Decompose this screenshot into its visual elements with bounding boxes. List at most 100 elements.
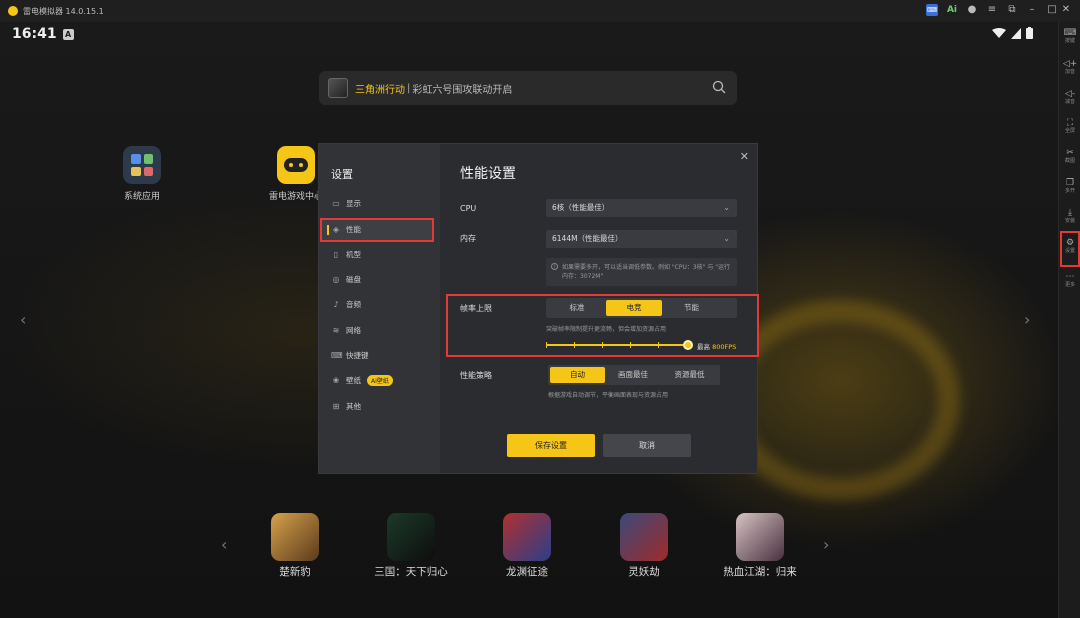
app-label: 热血江湖：归来 xyxy=(723,566,797,578)
menu-icon[interactable]: ≡ xyxy=(986,4,998,16)
sidebar-label: 加音 xyxy=(1064,69,1075,75)
ai-icon[interactable]: Ai xyxy=(946,4,958,16)
memory-label: 内存 xyxy=(460,234,476,243)
disk-icon: ◎ xyxy=(332,274,340,284)
search-highlight: 三角洲行动 xyxy=(355,84,405,96)
strategy-option-lowest-resource[interactable]: 资源最低 xyxy=(661,367,718,383)
app-system[interactable]: 系统应用 xyxy=(112,146,172,202)
minimize-icon[interactable]: – xyxy=(1026,4,1038,16)
sidebar-item-multi-instance[interactable]: ❐ 多开 xyxy=(1059,178,1080,195)
fps-option-power-saving[interactable]: 节能 xyxy=(662,300,721,316)
search-bar[interactable]: 三角洲行动 | 彩虹六号围攻联动开启 xyxy=(319,71,737,105)
keyboard-icon[interactable]: ⌨ xyxy=(926,4,938,16)
menu-item-wallpaper[interactable]: ❀ 壁纸 AI壁纸 xyxy=(331,373,393,387)
user-icon[interactable]: ● xyxy=(966,4,978,16)
scissors-icon: ✂ xyxy=(1066,148,1074,158)
dock-chevron-right-icon[interactable]: › xyxy=(823,535,829,554)
menu-item-shortcuts[interactable]: ⌨ 快捷键 xyxy=(331,348,369,362)
fps-slider-track[interactable] xyxy=(546,342,687,348)
status-clock: 16:41 xyxy=(12,26,57,42)
cpu-select[interactable]: 6核（性能最佳） ⌄ xyxy=(546,199,737,217)
app-game-center[interactable]: 雷电游戏中心 xyxy=(266,146,326,202)
menu-item-display[interactable]: ▭ 显示 xyxy=(331,196,361,210)
phone-icon: ▯ xyxy=(333,249,339,259)
menu-label: 机型 xyxy=(346,249,361,259)
wifi-icon xyxy=(992,27,1006,38)
android-status-bar: 16:41 A xyxy=(12,26,74,42)
app-icon xyxy=(387,513,435,561)
fps-option-standard[interactable]: 标准 xyxy=(548,300,606,316)
close-icon[interactable]: ✕ xyxy=(1060,4,1072,16)
cpu-value: 6核（性能最佳） xyxy=(552,203,610,212)
sidebar-label: 安装 xyxy=(1064,218,1075,224)
chevron-left-icon[interactable]: ‹ xyxy=(20,310,26,329)
slider-fps-value: 800FPS xyxy=(712,343,737,351)
dock-app-4[interactable]: 灵妖劫 xyxy=(604,513,684,579)
sidebar-label: 更多 xyxy=(1064,282,1075,288)
menu-item-performance[interactable]: ◈ 性能 xyxy=(331,222,361,236)
search-icon[interactable] xyxy=(712,80,726,94)
menu-item-disk[interactable]: ◎ 磁盘 xyxy=(331,272,362,286)
performance-icon: ◈ xyxy=(332,224,340,234)
menu-label: 磁盘 xyxy=(346,274,361,284)
memory-value: 6144M（性能最佳） xyxy=(552,234,623,243)
sidebar-item-keyboard[interactable]: ⌨ 按键 xyxy=(1059,28,1080,45)
fps-mode-selector: 标准 电竞 节能 xyxy=(546,298,737,318)
dialog-title: 设置 xyxy=(331,168,353,181)
window-title: 雷电模拟器 14.0.15.1 xyxy=(23,6,104,16)
emulator-sidebar: ⌨ 按键 ◁+ 加音 ◁- 减音 ⛶ 全屏 ✂ 截图 ❐ 多开 ⤓ 安装 ⚙ 设… xyxy=(1058,22,1080,618)
save-button[interactable]: 保存设置 xyxy=(507,434,595,457)
sidebar-label: 减音 xyxy=(1064,99,1075,105)
tip-text: 如果需要多开，可以适当调低参数。例如 "CPU：3核" 与 "运行内存：3072… xyxy=(562,264,731,280)
dock-app-3[interactable]: 龙渊征途 xyxy=(487,513,567,579)
wallpaper-icon: ❀ xyxy=(332,375,340,385)
close-icon[interactable]: ✕ xyxy=(740,150,749,163)
strategy-option-best-visual[interactable]: 画面最佳 xyxy=(605,367,661,383)
sidebar-item-screenshot[interactable]: ✂ 截图 xyxy=(1059,148,1080,165)
titlebar-controls: ⌨ Ai ● ≡ ⧉ – □ xyxy=(926,4,1058,16)
dock-chevron-left-icon[interactable]: ‹ xyxy=(221,535,227,554)
fps-option-esports[interactable]: 电竞 xyxy=(606,300,662,316)
chevron-right-icon[interactable]: › xyxy=(1024,310,1030,329)
chevron-down-icon: ⌄ xyxy=(723,203,730,212)
menu-item-other[interactable]: ⊞ 其他 xyxy=(331,399,361,413)
menu-item-device-model[interactable]: ▯ 机型 xyxy=(331,247,361,261)
app-label: 灵妖劫 xyxy=(628,566,660,578)
menu-item-network[interactable]: ≋ 网络 xyxy=(331,323,361,337)
status-indicators xyxy=(992,27,1033,39)
info-icon: i xyxy=(551,263,558,270)
menu-item-audio[interactable]: ♪ 音频 xyxy=(331,297,361,311)
strategy-label: 性能策略 xyxy=(460,371,492,380)
strategy-note: 根据游戏自动调节，平衡画面表现与资源占用 xyxy=(548,392,669,399)
system-apps-icon xyxy=(123,146,161,184)
ai-wallpaper-badge: AI壁纸 xyxy=(367,374,393,386)
sidebar-item-volume-down[interactable]: ◁- 减音 xyxy=(1059,89,1080,106)
slider-tick xyxy=(574,342,575,348)
app-label: 系统应用 xyxy=(123,192,160,202)
memory-tip: i 如果需要多开，可以适当调低参数。例如 "CPU：3核" 与 "运行内存：30… xyxy=(546,258,737,286)
fps-label: 帧率上限 xyxy=(460,304,492,313)
cancel-button[interactable]: 取消 xyxy=(603,434,691,457)
fps-slider-handle[interactable] xyxy=(683,340,693,350)
sidebar-label: 全屏 xyxy=(1064,128,1075,134)
chevron-down-icon: ⌄ xyxy=(723,234,730,243)
dock-app-5[interactable]: 热血江湖：归来 xyxy=(720,513,800,579)
sidebar-item-more[interactable]: ⋯ 更多 xyxy=(1059,272,1080,289)
app-label: 楚新豹 xyxy=(279,566,311,578)
menu-label: 壁纸 xyxy=(346,375,361,385)
sidebar-item-install[interactable]: ⤓ 安装 xyxy=(1059,208,1080,225)
app-icon xyxy=(271,513,319,561)
slider-tick xyxy=(630,342,631,348)
restore-icon[interactable]: ⧉ xyxy=(1006,4,1018,16)
menu-label: 性能 xyxy=(346,224,361,234)
maximize-icon[interactable]: □ xyxy=(1046,4,1058,16)
dock-app-1[interactable]: 楚新豹 xyxy=(255,513,335,579)
sidebar-item-volume-up[interactable]: ◁+ 加音 xyxy=(1059,59,1080,76)
dock-app-2[interactable]: 三国：天下归心 xyxy=(371,513,451,579)
sidebar-item-fullscreen[interactable]: ⛶ 全屏 xyxy=(1059,118,1080,135)
strategy-selector: 自动 画面最佳 资源最低 xyxy=(548,365,720,385)
menu-label: 其他 xyxy=(346,401,361,411)
fps-slider-value: 最高 800FPS xyxy=(697,341,736,351)
strategy-option-auto[interactable]: 自动 xyxy=(550,367,605,383)
memory-select[interactable]: 6144M（性能最佳） ⌄ xyxy=(546,230,737,248)
